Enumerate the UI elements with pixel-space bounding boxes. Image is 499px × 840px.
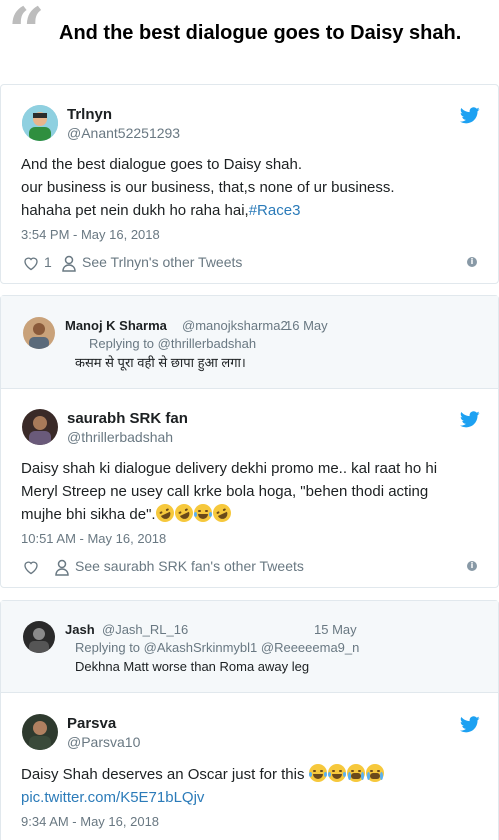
hashtag-link[interactable]: #Race3 — [249, 202, 301, 219]
sob-emoji-icon — [346, 764, 365, 782]
other-tweets-link[interactable]: See saurabh SRK fan's other Tweets — [75, 558, 304, 574]
in-reply-to-tweet[interactable]: Jash @Jash_RL_16 15 May Replying to @Aka… — [1, 601, 498, 693]
rofl-emoji-icon — [152, 501, 177, 525]
tweet-text-fragment: Daisy Shah deserves an Oscar just for th… — [21, 766, 305, 783]
replying-to: Replying to @AkashSrkinmybl1 @Reeeeema9_… — [75, 640, 360, 655]
joy-emoji-icon — [327, 764, 346, 782]
heart-icon[interactable] — [23, 560, 39, 575]
tweet-text-fragment: hahaha pet nein dukh ho raha hai, — [21, 202, 249, 219]
reply-author-name[interactable]: Jash — [65, 622, 95, 637]
tweet-actions: 1 See Trlnyn's other Tweets i — [21, 254, 481, 274]
joy-emoji-icon — [308, 764, 327, 782]
joy-emoji-icon — [193, 504, 212, 522]
avatar[interactable] — [23, 621, 55, 653]
person-icon[interactable] — [61, 255, 77, 272]
avatar[interactable] — [22, 105, 58, 141]
heart-icon[interactable] — [23, 256, 39, 271]
twitter-bird-icon[interactable] — [460, 411, 480, 428]
replying-to: Replying to @thrillerbadshah — [89, 336, 257, 351]
tweet-timestamp[interactable]: 3:54 PM - May 16, 2018 — [21, 227, 160, 242]
author-name[interactable]: Parsva — [67, 715, 116, 732]
pic-link[interactable]: pic.twitter.com/K5E71bLQjv — [21, 789, 204, 806]
author-handle[interactable]: @thrillerbadshah — [67, 429, 173, 445]
sob-emoji-icon — [365, 764, 384, 782]
tweet-text-line-2: Meryl Streep ne usey call krke bola hoga… — [21, 483, 429, 500]
reply-date[interactable]: 16 May — [285, 318, 328, 333]
rofl-emoji-icon — [171, 501, 196, 525]
reply-text: कसम से पूरा वही से छापा हुआ लगा। — [75, 355, 246, 370]
tweet-card-saurabh: Manoj K Sharma @manojksharma2 16 May Rep… — [0, 295, 499, 588]
tweet-text-line-1: And the best dialogue goes to Daisy shah… — [21, 156, 303, 173]
tweet-timestamp[interactable]: 9:34 AM - May 16, 2018 — [21, 814, 159, 829]
tweet-card-trlnyn: Trlnyn @Anant52251293 And the best dialo… — [0, 84, 499, 284]
author-name[interactable]: saurabh SRK fan — [67, 410, 188, 427]
article-quote-header: “ And the best dialogue goes to Daisy sh… — [0, 0, 499, 74]
other-tweets-link[interactable]: See Trlnyn's other Tweets — [82, 254, 242, 270]
tweet-timestamp[interactable]: 10:51 AM - May 16, 2018 — [21, 531, 166, 546]
avatar[interactable] — [22, 714, 58, 750]
twitter-bird-icon[interactable] — [460, 107, 480, 124]
info-icon[interactable]: i — [467, 561, 477, 571]
tweet-actions: See saurabh SRK fan's other Tweets i — [21, 558, 481, 578]
avatar[interactable] — [23, 317, 55, 349]
person-icon[interactable] — [54, 559, 70, 576]
avatar[interactable] — [22, 409, 58, 445]
tweet-text-line-3: mujhe bhi sikha de". — [21, 501, 234, 526]
info-icon[interactable]: i — [467, 257, 477, 267]
author-name[interactable]: Trlnyn — [67, 106, 112, 123]
tweet-text-line-2: our business is our business, that,s non… — [21, 179, 395, 196]
author-handle[interactable]: @Parsva10 — [67, 734, 140, 750]
tweet-text-line-3: hahaha pet nein dukh ho raha hai,#Race3 — [21, 200, 300, 222]
like-count[interactable]: 1 — [44, 254, 52, 270]
quote-title: And the best dialogue goes to Daisy shah… — [59, 22, 462, 44]
tweet-text-line-2: pic.twitter.com/K5E71bLQjv — [21, 787, 204, 809]
reply-text: Dekhna Matt worse than Roma away leg — [75, 659, 310, 674]
quote-mark-icon: “ — [8, 0, 45, 69]
rofl-emoji-icon — [209, 501, 234, 525]
reply-author-handle[interactable]: @Jash_RL_16 — [102, 622, 188, 637]
author-handle[interactable]: @Anant52251293 — [67, 125, 180, 141]
tweet-text-fragment: mujhe bhi sikha de". — [21, 506, 156, 523]
tweet-text-line-1: Daisy Shah deserves an Oscar just for th… — [21, 764, 385, 786]
in-reply-to-tweet[interactable]: Manoj K Sharma @manojksharma2 16 May Rep… — [1, 296, 498, 389]
twitter-bird-icon[interactable] — [460, 716, 480, 733]
reply-author-name[interactable]: Manoj K Sharma — [65, 318, 167, 333]
reply-author-handle[interactable]: @manojksharma2 — [182, 318, 288, 333]
tweet-card-parsva: Jash @Jash_RL_16 15 May Replying to @Aka… — [0, 600, 499, 840]
reply-date[interactable]: 15 May — [314, 622, 357, 637]
tweet-text-line-1: Daisy shah ki dialogue delivery dekhi pr… — [21, 460, 438, 477]
